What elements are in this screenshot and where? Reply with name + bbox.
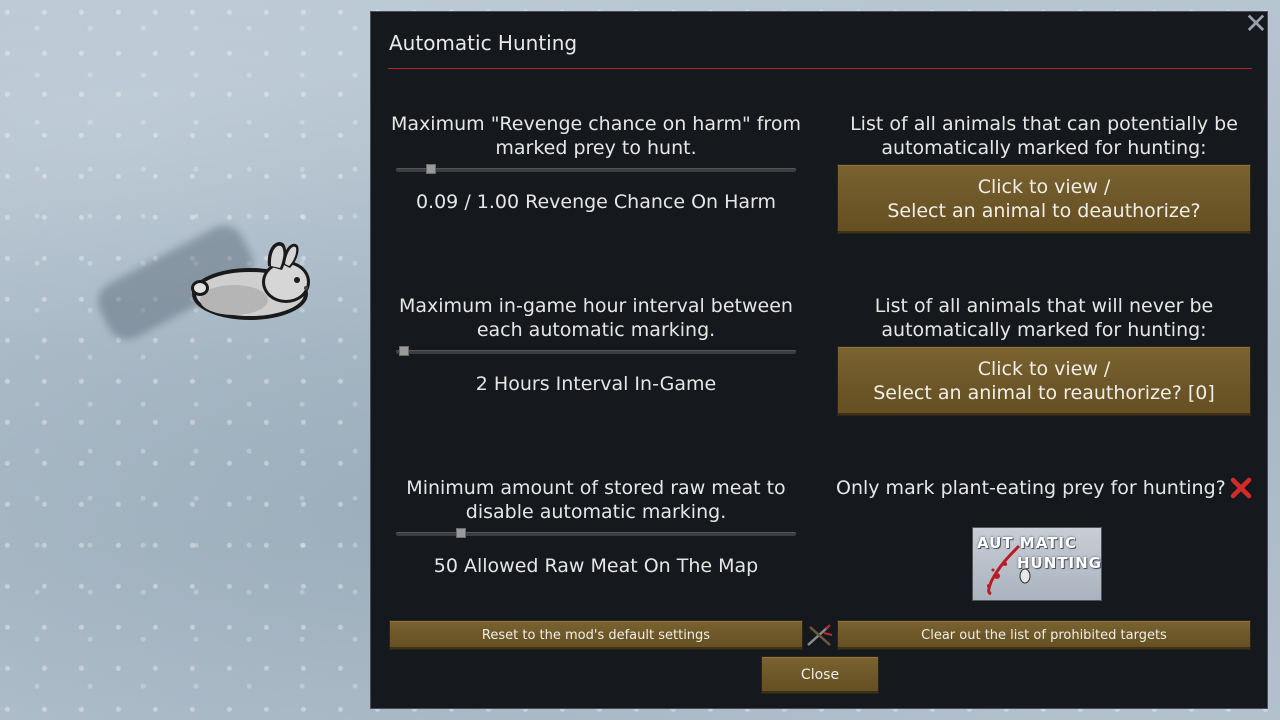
revenge-chance-value: 0.09 / 1.00 Revenge Chance On Harm [415,191,777,213]
reset-defaults-button[interactable]: Reset to the mod's default settings [389,620,803,650]
clear-prohibited-button[interactable]: Clear out the list of prohibited targets [837,620,1251,650]
button-line: Select an animal to reauthorize? [0] [873,382,1215,404]
button-line: Click to view / [977,358,1111,380]
revenge-chance-slider[interactable] [396,163,796,177]
mod-logo: AUT MATIC HUNTING [972,527,1102,601]
button-line: Click to view / [977,176,1111,198]
blood-splatter-icon [987,544,1031,596]
slider-track [396,350,796,354]
snowhare-sprite[interactable] [190,238,322,326]
slider-track [396,168,796,172]
raw-meat-value: 50 Allowed Raw Meat On The Map [433,555,759,577]
view-never-animals-button[interactable]: Click to view / Select an animal to reau… [837,346,1251,416]
button-line: Select an animal to deauthorize? [887,200,1201,222]
automatic-hunting-dialog: Automatic Hunting Maximum "Revenge chanc… [370,11,1268,709]
slider-thumb[interactable] [426,164,436,174]
slider-thumb[interactable] [399,346,409,356]
close-button[interactable]: Close [761,656,879,694]
crossed-weapons-icon [807,624,833,646]
interval-value: 2 Hours Interval In-Game [475,373,717,395]
dialog-title: Automatic Hunting [389,31,578,55]
red-x-icon[interactable] [1229,476,1253,500]
interval-slider[interactable] [396,345,796,359]
raw-meat-label: Minimum amount of stored raw meat to dis… [406,477,786,523]
never-animals-label: List of all animals that will never be a… [874,295,1214,341]
title-divider [388,68,1252,69]
raw-meat-slider[interactable] [396,527,796,541]
close-icon[interactable]: ✕ [1242,10,1270,38]
slider-thumb[interactable] [456,528,466,538]
revenge-chance-label: Maximum "Revenge chance on harm" from ma… [391,113,801,159]
plant-eating-label: Only mark plant-eating prey for hunting? [836,477,1226,499]
interval-label: Maximum in-game hour interval between ea… [399,295,793,341]
potential-animals-label: List of all animals that can potentially… [850,113,1238,159]
view-potential-animals-button[interactable]: Click to view / Select an animal to deau… [837,164,1251,234]
